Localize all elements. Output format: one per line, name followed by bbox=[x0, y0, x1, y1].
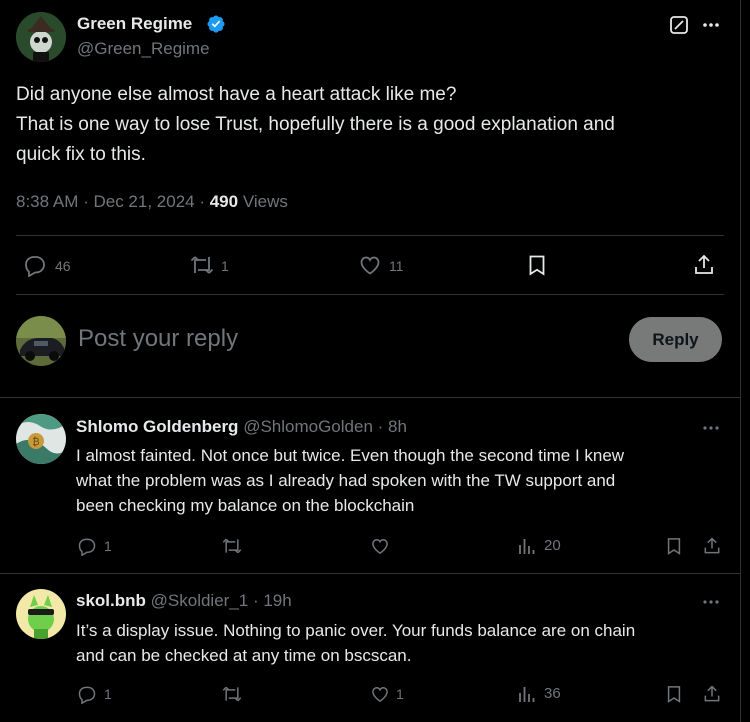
tweet-time[interactable]: 8:38 AM · Dec 21, 2024 · bbox=[16, 192, 210, 211]
tweet-text-line-1: Did anyone else almost have a heart atta… bbox=[16, 84, 457, 105]
reply-avatar[interactable] bbox=[16, 589, 66, 639]
author-name[interactable]: Green Regime bbox=[77, 14, 192, 34]
column-border bbox=[740, 0, 741, 722]
reply-count: 1 bbox=[104, 538, 112, 554]
like-count: 11 bbox=[389, 258, 404, 274]
reply-author-name[interactable]: skol.bnb bbox=[76, 591, 146, 610]
share-icon[interactable] bbox=[691, 252, 717, 278]
more-options-icon[interactable] bbox=[700, 14, 722, 36]
grok-icon[interactable] bbox=[668, 14, 690, 36]
reply-author-handle[interactable]: @ShlomoGolden · 8h bbox=[243, 417, 407, 436]
divider bbox=[16, 235, 724, 236]
like-icon[interactable] bbox=[369, 535, 391, 557]
reply-text-line-1: I almost fainted. Not once but twice. Ev… bbox=[76, 446, 625, 465]
reply-icon[interactable] bbox=[76, 683, 98, 705]
views-label: Views bbox=[238, 192, 288, 211]
reply-author-handle[interactable]: @Skoldier_1 · 19h bbox=[151, 591, 292, 610]
reply-button[interactable]: Reply bbox=[629, 317, 722, 362]
user-avatar[interactable] bbox=[16, 316, 66, 366]
reply-header: skol.bnb @Skoldier_1 · 19h bbox=[76, 591, 292, 611]
repost-count: 1 bbox=[221, 258, 229, 274]
divider bbox=[16, 294, 724, 295]
more-options-icon[interactable] bbox=[700, 417, 722, 439]
repost-icon[interactable] bbox=[220, 683, 244, 705]
views-count: 36 bbox=[544, 685, 561, 702]
bookmark-icon[interactable] bbox=[524, 252, 550, 278]
reply-icon[interactable] bbox=[22, 252, 48, 278]
like-icon[interactable] bbox=[369, 683, 391, 705]
repost-icon[interactable] bbox=[220, 535, 244, 557]
tweet-timestamp-row: 8:38 AM · Dec 21, 2024 · 490 Views bbox=[16, 192, 288, 212]
verified-badge-icon bbox=[206, 14, 226, 34]
share-icon[interactable] bbox=[701, 535, 723, 557]
views-icon[interactable] bbox=[516, 535, 538, 557]
svg-text:₿: ₿ bbox=[32, 436, 39, 448]
reply-text-line-2: what the problem was as I already had sp… bbox=[76, 471, 616, 490]
views-count: 20 bbox=[544, 537, 561, 554]
tweet-text-line-2: That is one way to lose Trust, hopefully… bbox=[16, 114, 615, 135]
share-icon[interactable] bbox=[701, 683, 723, 705]
views-icon[interactable] bbox=[516, 683, 538, 705]
reply-text-line-1: It’s a display issue. Nothing to panic o… bbox=[76, 621, 636, 640]
like-icon[interactable] bbox=[357, 252, 383, 278]
reply-header: Shlomo Goldenberg @ShlomoGolden · 8h bbox=[76, 417, 407, 437]
author-avatar[interactable] bbox=[16, 12, 66, 62]
author-handle[interactable]: @Green_Regime bbox=[77, 39, 210, 59]
reply-avatar[interactable]: ₿ bbox=[16, 414, 66, 464]
reply-text-line-3: been checking my balance on the blockcha… bbox=[76, 496, 415, 515]
divider bbox=[0, 397, 740, 398]
views-count: 490 bbox=[209, 192, 239, 211]
reply-count: 1 bbox=[104, 686, 112, 702]
bookmark-icon[interactable] bbox=[663, 683, 685, 705]
more-options-icon[interactable] bbox=[700, 591, 722, 613]
reply-icon[interactable] bbox=[76, 535, 98, 557]
repost-icon[interactable] bbox=[188, 252, 216, 278]
reply-text-line-2: and can be checked at any time on bscsca… bbox=[76, 646, 412, 665]
reply-count: 46 bbox=[55, 258, 71, 274]
tweet-text-line-3: quick fix to this. bbox=[16, 144, 146, 165]
like-count: 1 bbox=[396, 686, 404, 702]
reply-input[interactable]: Post your reply bbox=[78, 325, 238, 353]
reply-author-name[interactable]: Shlomo Goldenberg bbox=[76, 417, 238, 436]
bookmark-icon[interactable] bbox=[663, 535, 685, 557]
divider bbox=[0, 573, 740, 574]
